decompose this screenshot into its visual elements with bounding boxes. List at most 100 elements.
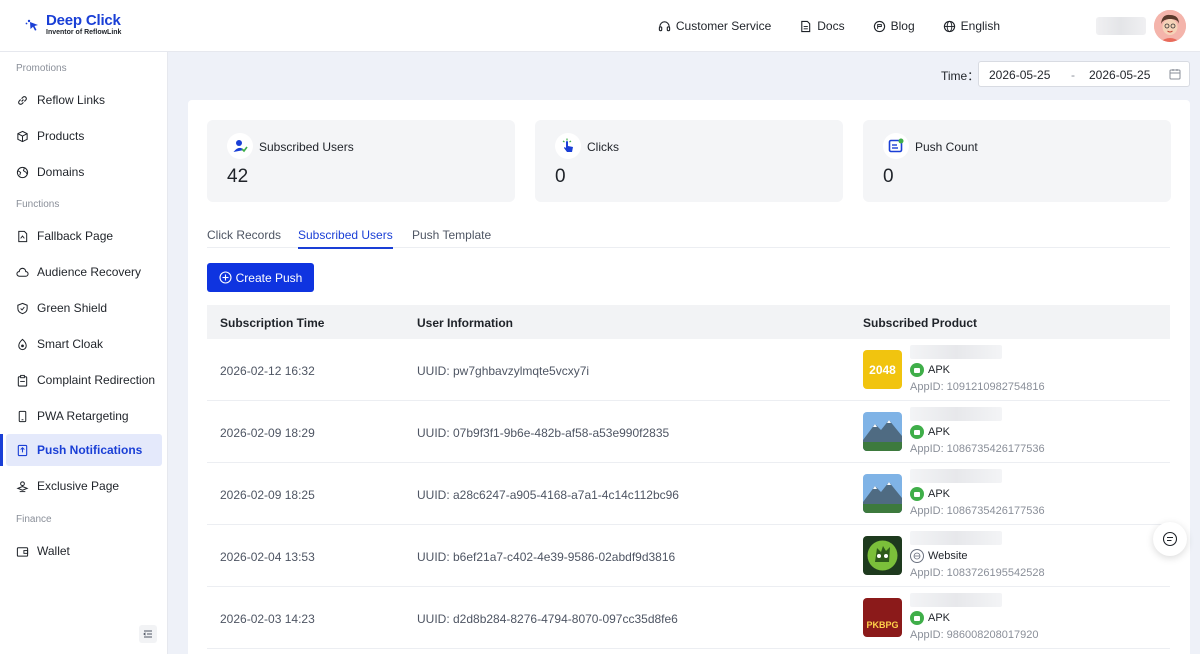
user-uuid: UUID: 07b9f3f1-9b6e-482b-af58-a53e990f28… xyxy=(417,426,670,440)
table-header: Subscription Time User Information Subsc… xyxy=(207,305,1170,339)
user-uuid: UUID: d2d8b284-8276-4794-8070-097cc35d8f… xyxy=(417,612,678,626)
product-type-label: APK xyxy=(928,364,951,376)
product-appid: AppID: 1091210982754816 xyxy=(910,381,1045,393)
sidebar-item-smart-cloak[interactable]: Smart Cloak xyxy=(6,328,162,360)
sidebar-item-label: Smart Cloak xyxy=(37,337,104,351)
document-icon xyxy=(801,20,811,32)
column-header: Subscribed Product xyxy=(863,316,978,330)
customer-service-label: Customer Service xyxy=(675,19,772,33)
collapse-sidebar-button[interactable] xyxy=(139,625,157,643)
subscription-time: 2026-02-03 14:23 xyxy=(220,612,315,626)
customer-service-link[interactable]: Customer Service xyxy=(658,19,771,33)
stat-label: Push Count xyxy=(915,140,978,154)
stat-label: Clicks xyxy=(587,140,619,154)
blog-icon xyxy=(873,20,885,32)
user-uuid: UUID: b6ef21a7-c402-4e39-9586-02abdf9d38… xyxy=(417,550,676,564)
table-row: 2026-02-09 18:29 UUID: 07b9f3f1-9b6e-482… xyxy=(207,401,1170,463)
sidebar-item-label: Fallback Page xyxy=(37,229,114,243)
date-range-picker[interactable]: 2026-05-25 - 2026-05-25 xyxy=(978,61,1190,87)
product-thumbnail-mountain xyxy=(863,474,902,513)
sidebar-item-push-notifications[interactable]: Push Notifications xyxy=(0,434,162,466)
tab-click-records[interactable]: Click Records xyxy=(207,228,281,248)
product-name-redacted xyxy=(910,531,1002,545)
sidebar-item-domains[interactable]: Domains xyxy=(6,156,162,188)
brand-logo[interactable]: Deep Click Inventor of ReflowLink xyxy=(24,12,121,37)
android-icon xyxy=(910,611,924,625)
section-promotions: Promotions xyxy=(16,63,67,74)
product-appid: AppID: 1083726195542528 xyxy=(910,567,1045,579)
phone-icon xyxy=(18,410,27,422)
shield-icon xyxy=(17,302,28,314)
cube-icon xyxy=(17,130,28,142)
cursor-logo-icon xyxy=(25,19,38,31)
push-count-icon xyxy=(883,133,909,159)
subscription-time: 2026-02-09 18:25 xyxy=(220,488,315,502)
start-date[interactable]: 2026-05-25 xyxy=(989,68,1050,82)
sidebar-item-fallback-page[interactable]: Fallback Page xyxy=(6,220,162,252)
top-header: Deep Click Inventor of ReflowLink Custom… xyxy=(0,0,1200,52)
stat-card-subscribed-users: Subscribed Users 42 xyxy=(207,120,515,202)
section-functions: Functions xyxy=(16,199,60,210)
docs-link[interactable]: Docs xyxy=(799,19,845,33)
sidebar-item-audience-recovery[interactable]: Audience Recovery xyxy=(6,256,162,288)
product-name-redacted xyxy=(910,469,1002,483)
create-push-label: Create Push xyxy=(235,270,303,285)
subscribed-users-table: Subscription Time User Information Subsc… xyxy=(207,305,1170,649)
stat-label: Subscribed Users xyxy=(259,140,354,154)
sidebar-item-exclusive-page[interactable]: Exclusive Page xyxy=(6,470,162,502)
stat-card-push-count: Push Count 0 xyxy=(863,120,1171,202)
product-name-redacted xyxy=(910,345,1002,359)
language-label: English xyxy=(960,19,1000,33)
main-panel: Subscribed Users 42 Clicks 0 Push Count … xyxy=(188,100,1190,654)
table-row: 2026-02-04 13:53 UUID: b6ef21a7-c402-4e3… xyxy=(207,525,1170,587)
collapse-icon xyxy=(143,630,152,638)
product-appid: AppID: 986008208017920 xyxy=(910,629,1039,641)
headset-icon xyxy=(658,20,671,31)
section-finance: Finance xyxy=(16,514,52,525)
stat-card-clicks: Clicks 0 xyxy=(535,120,843,202)
sidebar-item-complaint-redirection[interactable]: Complaint Redirection xyxy=(6,364,162,396)
product-type-label: APK xyxy=(928,488,951,500)
tab-push-template[interactable]: Push Template xyxy=(412,228,491,248)
subscription-time: 2026-02-09 18:29 xyxy=(220,426,315,440)
sidebar-item-products[interactable]: Products xyxy=(6,120,162,152)
username-redacted xyxy=(1096,17,1146,35)
sidebar: Promotions Reflow Links Products Domains… xyxy=(0,52,168,654)
table-row: 2026-02-12 16:32 UUID: pw7ghbavzylmqte5v… xyxy=(207,339,1170,401)
date-separator: - xyxy=(1071,68,1075,82)
sidebar-item-label: Complaint Redirection xyxy=(37,373,156,387)
subscription-time: 2026-02-12 16:32 xyxy=(220,364,315,378)
sidebar-item-label: Products xyxy=(37,129,85,143)
tab-bar: Click Records Subscribed Users Push Temp… xyxy=(207,228,1170,249)
sidebar-item-label: Push Notifications xyxy=(37,443,143,457)
tab-subscribed-users[interactable]: Subscribed Users xyxy=(298,228,393,249)
sidebar-item-green-shield[interactable]: Green Shield xyxy=(6,292,162,324)
language-selector[interactable]: English xyxy=(943,19,1000,33)
table-row: 2026-02-03 14:23 UUID: d2d8b284-8276-479… xyxy=(207,587,1170,649)
product-type: APK xyxy=(910,487,950,501)
product-thumbnail-mountain xyxy=(863,412,902,451)
end-date[interactable]: 2026-05-25 xyxy=(1089,68,1150,82)
user-uuid: UUID: pw7ghbavzylmqte5vcxy7i xyxy=(417,364,590,378)
sidebar-item-reflow-links[interactable]: Reflow Links xyxy=(6,84,162,116)
click-icon xyxy=(555,133,581,159)
sidebar-item-pwa-retargeting[interactable]: PWA Retargeting xyxy=(6,400,162,432)
sidebar-item-wallet[interactable]: Wallet xyxy=(6,535,162,567)
sidebar-item-label: Reflow Links xyxy=(37,93,106,107)
blog-link[interactable]: Blog xyxy=(873,19,915,33)
avatar[interactable] xyxy=(1154,10,1186,42)
stat-value: 42 xyxy=(227,166,249,187)
user-uuid: UUID: a28c6247-a905-4168-a7a1-4c14c112bc… xyxy=(417,488,679,502)
android-icon xyxy=(910,363,924,377)
blog-label: Blog xyxy=(890,19,915,33)
top-nav: Customer Service Docs Blog English xyxy=(658,0,1000,52)
stat-value: 0 xyxy=(883,166,894,187)
chat-support-button[interactable] xyxy=(1153,522,1187,556)
product-type: Website xyxy=(910,549,968,563)
push-icon xyxy=(17,444,28,456)
product-name-redacted xyxy=(910,593,1002,607)
user-check-icon xyxy=(227,133,253,159)
calendar-icon xyxy=(1169,69,1181,80)
avatar-face-icon xyxy=(1154,10,1186,42)
create-push-button[interactable]: Create Push xyxy=(207,263,314,292)
